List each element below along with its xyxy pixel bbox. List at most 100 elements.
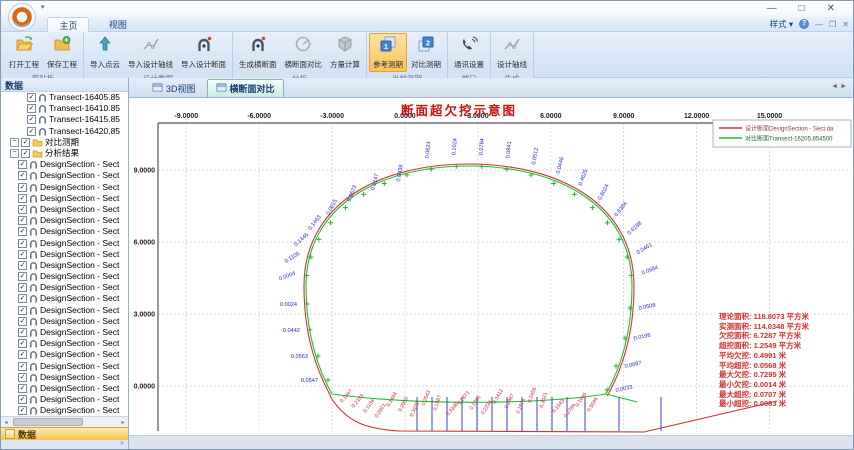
tree-checkbox[interactable]: ✓ [18,373,27,382]
tree-item-section[interactable]: ✓DesignSection - Sect [1,316,128,327]
tree-item-section[interactable]: ✓DesignSection - Sect [1,237,128,248]
tree-item-section[interactable]: ✓DesignSection - Sect [1,293,128,304]
tree-checkbox[interactable]: ✓ [18,384,27,393]
ribbon-button-comm-settings[interactable]: 通讯设置 [450,33,488,72]
measured-section-outline [306,166,632,394]
tree-item-section[interactable]: ✓DesignSection - Sect [1,338,128,349]
expand-collapse-icon[interactable]: − [10,149,19,158]
next-tab-arrow-icon[interactable]: ► [840,83,849,90]
close-button[interactable]: ✕ [827,1,835,17]
ribbon-button-reference-period[interactable]: 1参考测期 [369,33,407,72]
tree-checkbox[interactable]: ✓ [18,227,27,236]
tree-item-section[interactable]: ✓DesignSection - Sect [1,271,128,282]
tree-item-transect[interactable]: ✓Transect-16405.85 [1,92,128,103]
tree-item-section[interactable]: ✓DesignSection - Sect [1,159,128,170]
tree-item-section[interactable]: ✓DesignSection - Sect [1,249,128,260]
view-tab-1[interactable]: 横断面对比 [207,79,284,97]
tree-checkbox[interactable]: ✓ [18,350,27,359]
tree-item-section[interactable]: ✓DesignSection - Sect [1,260,128,271]
tree-item-section[interactable]: ✓DesignSection - Sect [1,170,128,181]
tree-item-section[interactable]: ✓DesignSection - Sect [1,361,128,372]
tree-item-section[interactable]: ✓DesignSection - Sect [1,305,128,316]
tree-checkbox[interactable]: ✓ [27,115,36,124]
tree-item-transect[interactable]: ✓Transect-16410.85 [1,103,128,114]
scroll-left-arrow-icon[interactable]: ◂ [1,419,11,426]
tree-item-label: Transect-16420.85 [49,126,120,137]
tree-item-section[interactable]: ✓DesignSection - Sect [1,327,128,338]
tree-checkbox[interactable]: ✓ [18,239,27,248]
tree-checkbox[interactable]: ✓ [18,339,27,348]
panel-overflow-chevron[interactable]: » [1,440,128,449]
tree-item-section[interactable]: ✓DesignSection - Sect [1,215,128,226]
tree-item-folder[interactable]: −✓分析结果 [1,148,128,159]
tree-checkbox[interactable]: ✓ [18,160,27,169]
tree-checkbox[interactable]: ✓ [18,294,27,303]
tree-item-section[interactable]: ✓DesignSection - Sect [1,405,128,416]
prev-tab-arrow-icon[interactable]: ◄ [831,83,840,90]
tree-checkbox[interactable]: ✓ [18,272,27,281]
tree-checkbox[interactable]: ✓ [18,216,27,225]
ribbon-button-import-point-cloud[interactable]: 导入点云 [86,33,124,72]
tree-checkbox[interactable]: ✓ [18,406,27,415]
app-logo-button[interactable] [7,2,37,32]
quick-access-caret[interactable]: ▾ [41,3,45,11]
ribbon-button-volume-calc[interactable]: 方量计算 [326,33,364,72]
ribbon-button-save-project[interactable]: 保存工程 [43,33,81,72]
ribbon-button-compare-period[interactable]: 2对比测期 [407,33,445,72]
ribbon-minimize-button[interactable]: — [815,20,823,29]
tree-checkbox[interactable]: ✓ [18,317,27,326]
tree-item-section[interactable]: ✓DesignSection - Sect [1,182,128,193]
ribbon-close-button[interactable]: ✕ [842,20,849,29]
data-panel-bottom-tab[interactable]: 数据 [1,427,128,440]
tree-checkbox[interactable]: ✓ [18,261,27,270]
ribbon-button-import-design-axis[interactable]: 导入设计轴线 [124,33,177,72]
invert-offset-label: 0.1765 [469,395,483,412]
tree-item-section[interactable]: ✓DesignSection - Sect [1,282,128,293]
scrollbar-thumb[interactable] [13,418,83,426]
ribbon-tab-view[interactable]: 视图 [98,17,138,31]
maximize-button[interactable]: □ [799,1,805,17]
ribbon-button-import-design-section[interactable]: 导入设计断面 [177,33,230,72]
expand-collapse-icon[interactable]: − [10,138,19,147]
tree-checkbox[interactable]: ✓ [18,205,27,214]
tree-checkbox[interactable]: ✓ [18,362,27,371]
tree-checkbox[interactable]: ✓ [27,127,36,136]
section-arch-icon [29,306,38,315]
tree-checkbox[interactable]: ✓ [18,395,27,404]
minimize-button[interactable]: — [767,1,777,17]
tree-item-section[interactable]: ✓DesignSection - Sect [1,394,128,405]
tree-item-section[interactable]: ✓DesignSection - Sect [1,349,128,360]
tree-checkbox[interactable]: ✓ [18,183,27,192]
scroll-right-arrow-icon[interactable]: ▸ [118,419,128,426]
tree-checkbox[interactable]: ✓ [21,149,30,158]
tree-checkbox[interactable]: ✓ [21,138,30,147]
ribbon-restore-button[interactable]: ❐ [829,20,836,29]
tree-item-section[interactable]: ✓DesignSection - Sect [1,372,128,383]
tree-checkbox[interactable]: ✓ [18,306,27,315]
ribbon-button-cross-section-compare[interactable]: 横断面对比 [281,33,327,72]
ribbon-button-open-project[interactable]: 打开工程 [5,33,43,72]
tree-checkbox[interactable]: ✓ [18,283,27,292]
ribbon-button-design-axis[interactable]: 设计轴线 [493,33,531,72]
tree-checkbox[interactable]: ✓ [18,250,27,259]
tree-item-transect[interactable]: ✓Transect-16415.85 [1,114,128,125]
cross-section-chart-area[interactable]: 断面超欠挖示意图 -9.0000-6.0000-3.00000.00003.00… [129,98,853,437]
tree-item-section[interactable]: ✓DesignSection - Sect [1,383,128,394]
help-icon[interactable]: ? [799,19,809,29]
ribbon-button-generate-cross-section[interactable]: 生成横断面 [235,33,281,72]
tree-checkbox[interactable]: ✓ [27,104,36,113]
tree-checkbox[interactable]: ✓ [18,328,27,337]
tree-item-transect[interactable]: ✓ Transect-16420.85 [1,126,128,137]
tree-horizontal-scrollbar[interactable]: ◂ ▸ [1,416,128,427]
ribbon-tab-home[interactable]: 主页 [47,17,89,32]
tree-item-folder[interactable]: −✓对比测期 [1,137,128,148]
tree-checkbox[interactable]: ✓ [18,194,27,203]
tree-checkbox[interactable]: ✓ [18,171,27,180]
view-tab-0[interactable]: 3D视图 [143,79,205,97]
tree-checkbox[interactable]: ✓ [27,93,36,102]
tree-item-section[interactable]: ✓DesignSection - Sect [1,193,128,204]
style-dropdown[interactable]: 样式 ▾ [769,18,793,30]
tree-item-section[interactable]: ✓DesignSection - Sect [1,226,128,237]
tab-nav-arrows[interactable]: ◄► [831,83,849,90]
tree-item-section[interactable]: ✓DesignSection - Sect [1,204,128,215]
